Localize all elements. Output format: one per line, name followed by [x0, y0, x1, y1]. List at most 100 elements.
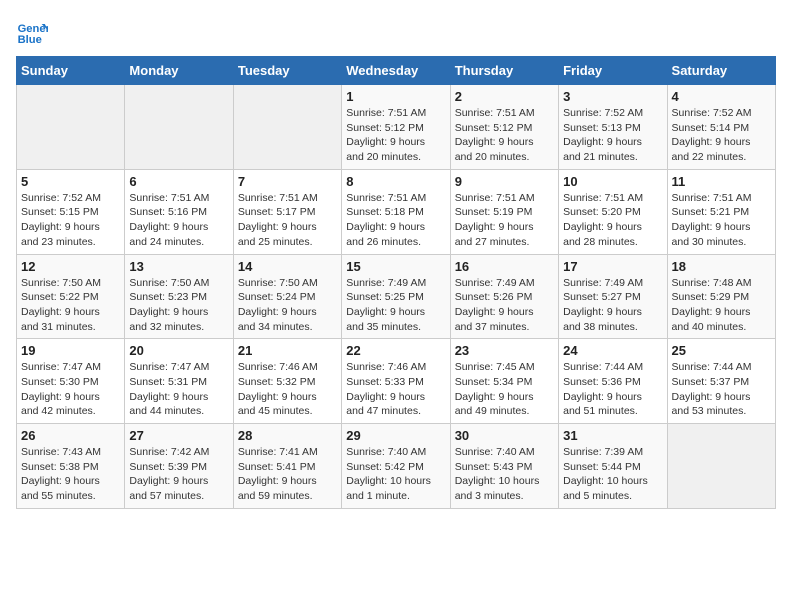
- calendar-cell: 14Sunrise: 7:50 AM Sunset: 5:24 PM Dayli…: [233, 254, 341, 339]
- calendar-cell: 1Sunrise: 7:51 AM Sunset: 5:12 PM Daylig…: [342, 85, 450, 170]
- day-info: Sunrise: 7:44 AM Sunset: 5:36 PM Dayligh…: [563, 360, 662, 419]
- weekday-header-row: SundayMondayTuesdayWednesdayThursdayFrid…: [17, 57, 776, 85]
- calendar-cell: 9 Sunrise: 7:51 AM Sunset: 5:19 PM Daylig…: [450, 169, 558, 254]
- day-info: Sunrise: 7:43 AM Sunset: 5:38 PM Dayligh…: [21, 445, 120, 504]
- day-number: 11: [672, 174, 771, 189]
- day-info: Sunrise: 7:46 AM Sunset: 5:32 PM Dayligh…: [238, 360, 337, 419]
- calendar-cell: 26 Sunrise: 7:43 AM Sunset: 5:38 PM Dayli…: [17, 424, 125, 509]
- calendar-cell: 30 Sunrise: 7:40 AM Sunset: 5:43 PM Dayli…: [450, 424, 558, 509]
- weekday-header: Wednesday: [342, 57, 450, 85]
- day-info: Sunrise: 7:50 AM Sunset: 5:23 PM Dayligh…: [129, 276, 228, 335]
- day-info: Sunrise: 7:48 AM Sunset: 5:29 PM Dayligh…: [672, 276, 771, 335]
- day-info: Sunrise: 7:51 AM Sunset: 5:20 PM Dayligh…: [563, 191, 662, 250]
- day-info: Sunrise: 7:51 AM Sunset: 5:19 PM Dayligh…: [455, 191, 554, 250]
- day-info: Sunrise: 7:49 AM Sunset: 5:25 PM Dayligh…: [346, 276, 445, 335]
- calendar-cell: 24 Sunrise: 7:44 AM Sunset: 5:36 PM Dayli…: [559, 339, 667, 424]
- weekday-header: Sunday: [17, 57, 125, 85]
- day-number: 4: [672, 89, 771, 104]
- day-number: 14: [238, 259, 337, 274]
- day-number: 12: [21, 259, 120, 274]
- day-number: 24: [563, 343, 662, 358]
- day-number: 3: [563, 89, 662, 104]
- day-number: 8: [346, 174, 445, 189]
- weekday-header: Thursday: [450, 57, 558, 85]
- day-number: 13: [129, 259, 228, 274]
- day-info: Sunrise: 7:52 AM Sunset: 5:14 PM Dayligh…: [672, 106, 771, 165]
- calendar-cell: 11 Sunrise: 7:51 AM Sunset: 5:21 PM Dayli…: [667, 169, 775, 254]
- calendar-cell: 2 Sunrise: 7:51 AM Sunset: 5:12 PM Daylig…: [450, 85, 558, 170]
- day-info: Sunrise: 7:41 AM Sunset: 5:41 PM Dayligh…: [238, 445, 337, 504]
- calendar-cell: 25 Sunrise: 7:44 AM Sunset: 5:37 PM Dayli…: [667, 339, 775, 424]
- calendar-cell: 29Sunrise: 7:40 AM Sunset: 5:42 PM Dayli…: [342, 424, 450, 509]
- day-info: Sunrise: 7:46 AM Sunset: 5:33 PM Dayligh…: [346, 360, 445, 419]
- day-info: Sunrise: 7:44 AM Sunset: 5:37 PM Dayligh…: [672, 360, 771, 419]
- day-number: 28: [238, 428, 337, 443]
- day-number: 5: [21, 174, 120, 189]
- calendar-cell: 16Sunrise: 7:49 AM Sunset: 5:26 PM Dayli…: [450, 254, 558, 339]
- day-info: Sunrise: 7:39 AM Sunset: 5:44 PM Dayligh…: [563, 445, 662, 504]
- calendar-cell: 7 Sunrise: 7:51 AM Sunset: 5:17 PM Daylig…: [233, 169, 341, 254]
- day-number: 7: [238, 174, 337, 189]
- calendar-cell: 12 Sunrise: 7:50 AM Sunset: 5:22 PM Dayli…: [17, 254, 125, 339]
- weekday-header: Saturday: [667, 57, 775, 85]
- logo: General Blue: [16, 16, 52, 48]
- calendar-cell: 3 Sunrise: 7:52 AM Sunset: 5:13 PM Daylig…: [559, 85, 667, 170]
- day-info: Sunrise: 7:52 AM Sunset: 5:15 PM Dayligh…: [21, 191, 120, 250]
- day-info: Sunrise: 7:42 AM Sunset: 5:39 PM Dayligh…: [129, 445, 228, 504]
- day-info: Sunrise: 7:51 AM Sunset: 5:12 PM Dayligh…: [455, 106, 554, 165]
- weekday-header: Tuesday: [233, 57, 341, 85]
- day-info: Sunrise: 7:51 AM Sunset: 5:16 PM Dayligh…: [129, 191, 228, 250]
- calendar-cell: 8 Sunrise: 7:51 AM Sunset: 5:18 PM Daylig…: [342, 169, 450, 254]
- calendar-week-row: 12 Sunrise: 7:50 AM Sunset: 5:22 PM Dayli…: [17, 254, 776, 339]
- day-info: Sunrise: 7:51 AM Sunset: 5:21 PM Dayligh…: [672, 191, 771, 250]
- day-info: Sunrise: 7:50 AM Sunset: 5:22 PM Dayligh…: [21, 276, 120, 335]
- day-info: Sunrise: 7:40 AM Sunset: 5:43 PM Dayligh…: [455, 445, 554, 504]
- day-number: 17: [563, 259, 662, 274]
- day-info: Sunrise: 7:47 AM Sunset: 5:31 PM Dayligh…: [129, 360, 228, 419]
- calendar-cell: 19Sunrise: 7:47 AM Sunset: 5:30 PM Dayli…: [17, 339, 125, 424]
- calendar-cell: [125, 85, 233, 170]
- calendar-cell: 31 Sunrise: 7:39 AM Sunset: 5:44 PM Dayli…: [559, 424, 667, 509]
- calendar-cell: 27 Sunrise: 7:42 AM Sunset: 5:39 PM Dayli…: [125, 424, 233, 509]
- day-number: 27: [129, 428, 228, 443]
- page-header: General Blue: [16, 16, 776, 48]
- day-number: 30: [455, 428, 554, 443]
- day-number: 21: [238, 343, 337, 358]
- day-number: 25: [672, 343, 771, 358]
- calendar-cell: 13 Sunrise: 7:50 AM Sunset: 5:23 PM Dayli…: [125, 254, 233, 339]
- day-info: Sunrise: 7:47 AM Sunset: 5:30 PM Dayligh…: [21, 360, 120, 419]
- day-number: 18: [672, 259, 771, 274]
- calendar-week-row: 1Sunrise: 7:51 AM Sunset: 5:12 PM Daylig…: [17, 85, 776, 170]
- calendar-cell: 4 Sunrise: 7:52 AM Sunset: 5:14 PM Daylig…: [667, 85, 775, 170]
- calendar-cell: 10 Sunrise: 7:51 AM Sunset: 5:20 PM Dayli…: [559, 169, 667, 254]
- day-info: Sunrise: 7:40 AM Sunset: 5:42 PM Dayligh…: [346, 445, 445, 504]
- calendar-cell: 20 Sunrise: 7:47 AM Sunset: 5:31 PM Dayli…: [125, 339, 233, 424]
- calendar-week-row: 26 Sunrise: 7:43 AM Sunset: 5:38 PM Dayli…: [17, 424, 776, 509]
- day-number: 20: [129, 343, 228, 358]
- calendar-cell: 6 Sunrise: 7:51 AM Sunset: 5:16 PM Daylig…: [125, 169, 233, 254]
- calendar-cell: 17Sunrise: 7:49 AM Sunset: 5:27 PM Dayli…: [559, 254, 667, 339]
- day-number: 2: [455, 89, 554, 104]
- calendar-cell: 28 Sunrise: 7:41 AM Sunset: 5:41 PM Dayli…: [233, 424, 341, 509]
- day-number: 15: [346, 259, 445, 274]
- day-info: Sunrise: 7:51 AM Sunset: 5:17 PM Dayligh…: [238, 191, 337, 250]
- calendar-table: SundayMondayTuesdayWednesdayThursdayFrid…: [16, 56, 776, 509]
- calendar-cell: [667, 424, 775, 509]
- day-number: 16: [455, 259, 554, 274]
- day-number: 6: [129, 174, 228, 189]
- day-number: 10: [563, 174, 662, 189]
- day-number: 9: [455, 174, 554, 189]
- day-number: 26: [21, 428, 120, 443]
- day-number: 31: [563, 428, 662, 443]
- calendar-cell: [17, 85, 125, 170]
- day-number: 22: [346, 343, 445, 358]
- calendar-cell: 15 Sunrise: 7:49 AM Sunset: 5:25 PM Dayli…: [342, 254, 450, 339]
- calendar-week-row: 19Sunrise: 7:47 AM Sunset: 5:30 PM Dayli…: [17, 339, 776, 424]
- day-info: Sunrise: 7:51 AM Sunset: 5:12 PM Dayligh…: [346, 106, 445, 165]
- day-info: Sunrise: 7:52 AM Sunset: 5:13 PM Dayligh…: [563, 106, 662, 165]
- calendar-week-row: 5 Sunrise: 7:52 AM Sunset: 5:15 PM Daylig…: [17, 169, 776, 254]
- calendar-cell: 18 Sunrise: 7:48 AM Sunset: 5:29 PM Dayli…: [667, 254, 775, 339]
- calendar-cell: [233, 85, 341, 170]
- day-info: Sunrise: 7:51 AM Sunset: 5:18 PM Dayligh…: [346, 191, 445, 250]
- weekday-header: Friday: [559, 57, 667, 85]
